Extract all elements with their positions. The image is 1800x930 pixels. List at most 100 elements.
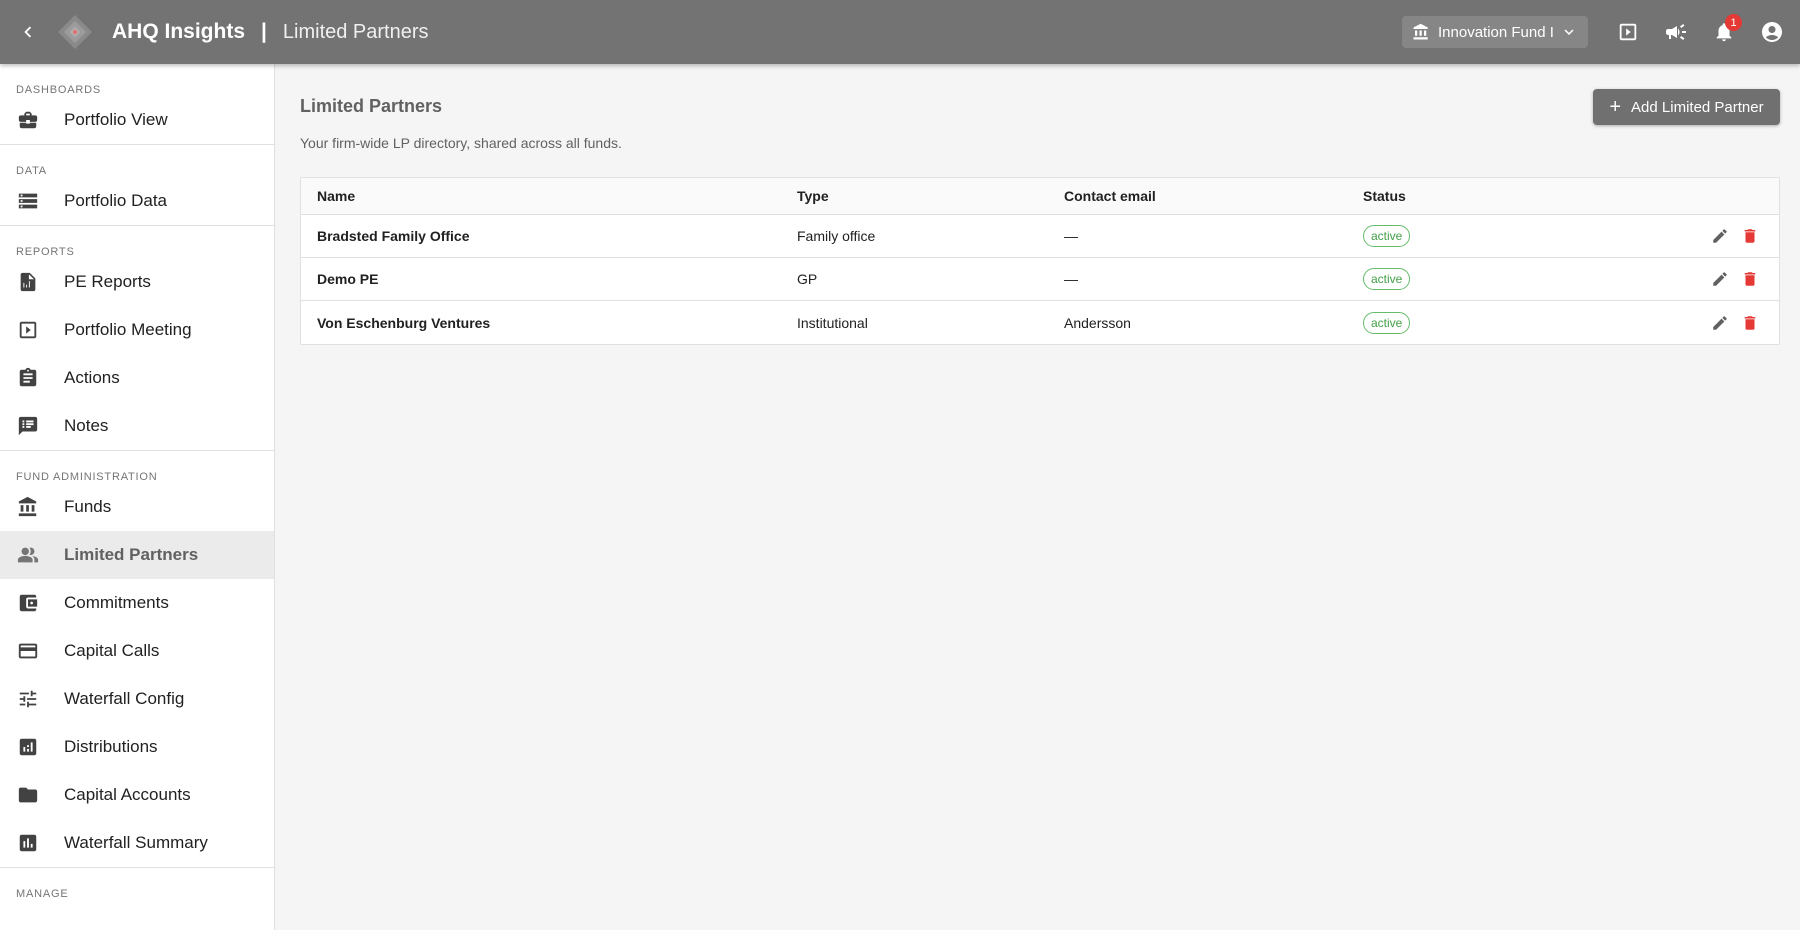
sidebar-item-commitments[interactable]: Commitments: [0, 579, 274, 627]
delete-icon[interactable]: [1741, 270, 1759, 288]
report-icon: [16, 270, 40, 294]
sidebar-item-label: Capital Calls: [64, 641, 160, 660]
plus-icon: +: [1609, 96, 1622, 118]
status-badge: active: [1363, 225, 1411, 247]
page-title: Limited Partners: [300, 96, 443, 116]
section-label: DASHBOARDS: [16, 84, 102, 96]
edit-icon[interactable]: [1711, 227, 1729, 245]
status-badge: active: [1363, 311, 1411, 334]
sidebar-item-label: Actions: [64, 368, 120, 387]
main-content: Limited Partners Your firm-wide LP direc…: [276, 64, 1800, 930]
back-button[interactable]: [0, 0, 56, 64]
sidebar-item-portfolio-view[interactable]: Portfolio View: [0, 96, 274, 144]
sidebar-section-dashboards: DASHBOARDS Portfolio View: [0, 64, 274, 145]
announcements-button[interactable]: [1652, 8, 1700, 56]
bar-chart-icon: [16, 735, 40, 759]
page-breadcrumb: Limited Partners: [282, 20, 429, 43]
wallet-icon: [16, 591, 40, 615]
notification-badge: 1: [1725, 14, 1742, 31]
section-label: REPORTS: [16, 246, 75, 258]
notes-icon: [16, 414, 40, 438]
title-separator: |: [261, 20, 267, 43]
sidebar: DASHBOARDS Portfolio View DATA Portfolio…: [0, 64, 275, 930]
sidebar-item-label: Waterfall Config: [64, 689, 185, 708]
app-bar: AHQ Insights | Limited Partners Innovati…: [0, 0, 1800, 64]
sidebar-item-pe-reports[interactable]: PE Reports: [0, 258, 274, 306]
tune-icon: [16, 687, 40, 711]
sidebar-section-reports: REPORTS PE Reports Portfolio Meeting Act…: [0, 226, 274, 451]
page-subtitle: Your firm-wide LP directory, shared acro…: [300, 135, 622, 151]
add-limited-partner-button[interactable]: + Add Limited Partner: [1593, 89, 1780, 125]
sidebar-item-label: Capital Accounts: [64, 785, 191, 804]
sidebar-item-label: Waterfall Summary: [64, 833, 208, 852]
column-header-contact-email[interactable]: Contact email: [1064, 188, 1363, 204]
sidebar-item-label: PE Reports: [64, 272, 151, 291]
sidebar-item-distributions[interactable]: Distributions: [0, 723, 274, 771]
presentation-button[interactable]: [1604, 8, 1652, 56]
sidebar-item-label: Portfolio Meeting: [64, 320, 192, 339]
add-button-label: Add Limited Partner: [1631, 98, 1764, 116]
column-header-name[interactable]: Name: [301, 188, 797, 204]
sidebar-item-label: Limited Partners: [64, 545, 199, 564]
storage-icon: [16, 189, 40, 213]
sidebar-item-portfolio-data[interactable]: Portfolio Data: [0, 177, 274, 225]
lp-contact-email: Andersson: [1064, 314, 1131, 331]
bank-icon: [16, 495, 40, 519]
table-header-row: Name Type Contact email Status: [301, 178, 1779, 215]
sidebar-item-notes[interactable]: Notes: [0, 402, 274, 450]
limited-partners-table: Name Type Contact email Status Bradsted …: [300, 177, 1780, 345]
lp-contact-email: —: [1064, 271, 1078, 287]
table-row[interactable]: Demo PE GP — active: [301, 258, 1779, 301]
sidebar-section-data: DATA Portfolio Data: [0, 145, 274, 226]
section-label: MANAGE: [16, 888, 69, 900]
sidebar-item-waterfall-config[interactable]: Waterfall Config: [0, 675, 274, 723]
fund-selector-value: Innovation Fund I: [1438, 23, 1554, 41]
sidebar-item-label: Commitments: [64, 593, 169, 612]
section-label: FUND ADMINISTRATION: [16, 471, 158, 483]
sidebar-item-limited-partners[interactable]: Limited Partners: [0, 531, 274, 579]
table-row[interactable]: Bradsted Family Office Family office — a…: [301, 215, 1779, 258]
edit-icon[interactable]: [1711, 270, 1729, 288]
delete-icon[interactable]: [1741, 227, 1759, 245]
column-header-type[interactable]: Type: [797, 188, 1064, 204]
assignment-icon: [16, 366, 40, 390]
table-row[interactable]: Von Eschenburg Ventures Institutional An…: [301, 301, 1779, 344]
bank-icon: [1413, 23, 1428, 40]
sidebar-item-waterfall-summary[interactable]: Waterfall Summary: [0, 819, 274, 867]
campaign-icon: [1666, 24, 1686, 40]
credit-card-icon: [16, 639, 40, 663]
assessment-icon: [16, 831, 40, 855]
lp-name: Bradsted Family Office: [317, 228, 470, 244]
lp-type: Institutional: [797, 314, 868, 331]
slideshow-icon: [16, 318, 40, 342]
lp-type: GP: [797, 271, 818, 287]
sidebar-item-label: Portfolio Data: [64, 191, 167, 210]
fund-selector[interactable]: Innovation Fund I: [1402, 16, 1588, 48]
people-icon: [16, 543, 40, 567]
app-logo: [56, 13, 94, 51]
sidebar-section-fund-administration: FUND ADMINISTRATION Funds Limited Partne…: [0, 451, 274, 868]
sidebar-item-capital-calls[interactable]: Capital Calls: [0, 627, 274, 675]
briefcase-icon: [16, 108, 40, 132]
account-button[interactable]: [1748, 8, 1796, 56]
status-badge: active: [1363, 268, 1411, 290]
chevron-down-icon: [1564, 29, 1574, 35]
notifications-button[interactable]: 1: [1700, 8, 1748, 56]
delete-icon[interactable]: [1741, 314, 1759, 332]
sidebar-item-funds[interactable]: Funds: [0, 483, 274, 531]
app-title[interactable]: AHQ Insights: [112, 20, 245, 44]
chevron-left-icon: [24, 26, 32, 38]
sidebar-item-portfolio-meeting[interactable]: Portfolio Meeting: [0, 306, 274, 354]
lp-name: Demo PE: [317, 271, 379, 287]
account-circle-icon: [1762, 22, 1782, 42]
folder-icon: [16, 783, 40, 807]
sidebar-item-actions[interactable]: Actions: [0, 354, 274, 402]
lp-type: Family office: [797, 228, 876, 244]
column-header-status[interactable]: Status: [1363, 188, 1643, 204]
lp-name: Von Eschenburg Ventures: [317, 314, 491, 331]
section-label: DATA: [16, 165, 47, 177]
edit-icon[interactable]: [1711, 314, 1729, 332]
sidebar-section-manage: MANAGE: [0, 868, 274, 900]
sidebar-item-capital-accounts[interactable]: Capital Accounts: [0, 771, 274, 819]
slideshow-icon: [1619, 23, 1637, 41]
